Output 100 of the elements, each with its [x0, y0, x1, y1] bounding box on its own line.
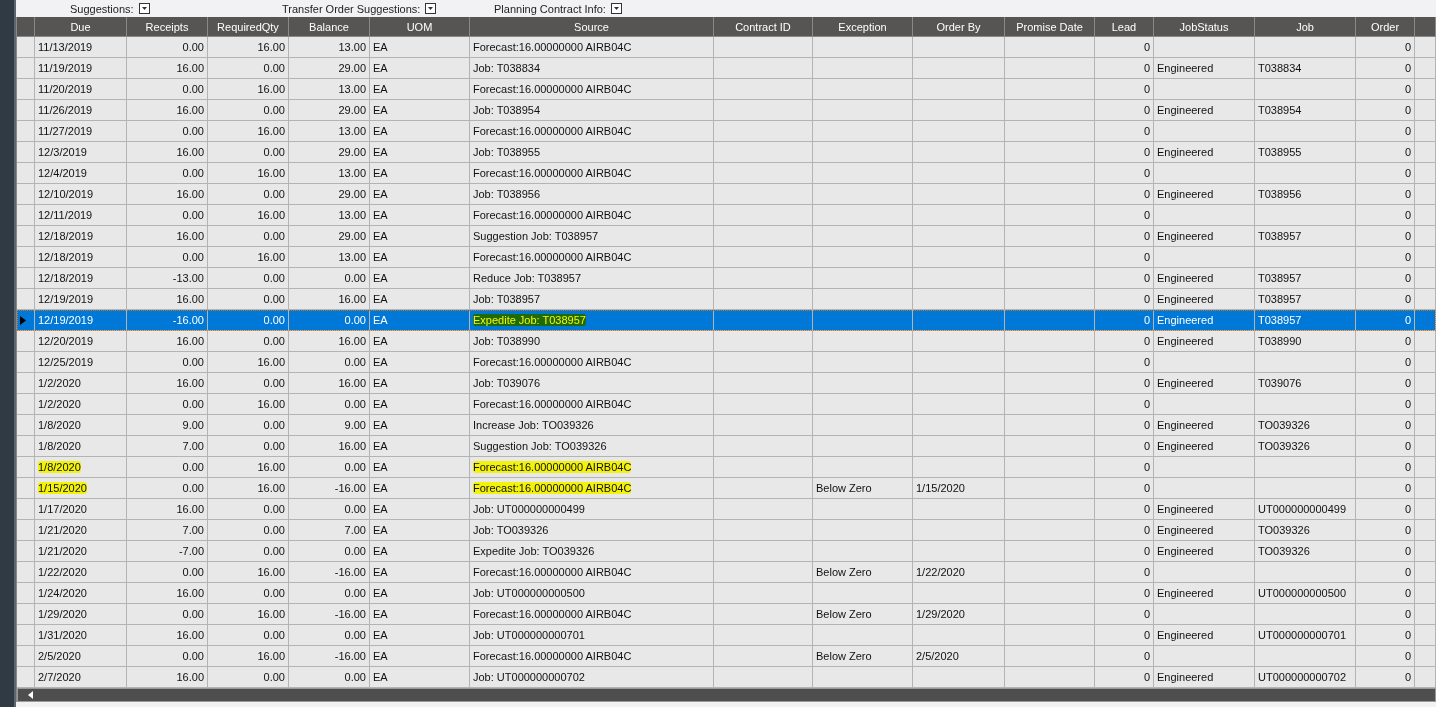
table-row[interactable]: 1/17/2020 16.00 0.00 0.00 EA Job: UT000000000499 0 Engineered UT000000000499 0 — [17, 499, 1436, 520]
table-cell: 0.00 — [263, 146, 285, 158]
table-cell: EA — [373, 146, 388, 158]
table-cell: 1/31/2020 — [38, 629, 87, 641]
table-cell: EA — [373, 188, 388, 200]
dropdown-box-icon[interactable] — [138, 3, 150, 14]
table-cell: 0 — [1404, 167, 1411, 179]
table-cell: 0 — [1143, 125, 1150, 137]
table-cell: 12/18/2019 — [38, 251, 94, 263]
table-row[interactable]: 12/3/2019 16.00 0.00 29.00 EA Job: T038955 0 Engineered T038955 0 — [17, 142, 1436, 163]
table-cell: 7.00 — [344, 524, 366, 536]
table-cell: Engineered — [1157, 671, 1214, 683]
table-cell: Job: T038990 — [473, 335, 541, 347]
dropdown-box-icon[interactable] — [610, 3, 622, 14]
table-cell: Engineered — [1157, 524, 1214, 536]
table-cell: EA — [373, 650, 388, 662]
table-cell: 12/25/2019 — [38, 356, 94, 368]
table-cell: 0.00 — [263, 188, 285, 200]
table-cell: TO039326 — [1258, 419, 1310, 431]
table-row[interactable]: 1/15/2020 0.00 16.00 -16.00 EA Forecast:16.00000000 AIRB04C Below Zero 1/15/2020 0 0 — [17, 478, 1436, 499]
table-row[interactable]: 2/5/2020 0.00 16.00 -16.00 EA Forecast:16.00000000 AIRB04C Below Zero 2/5/2020 0 0 — [17, 646, 1436, 667]
table-cell: 16.00 — [338, 440, 366, 452]
table-row[interactable]: 1/21/2020 7.00 0.00 7.00 EA Job: TO039326 0 Engineered TO039326 0 — [17, 520, 1436, 541]
table-row[interactable]: 2/7/2020 16.00 0.00 0.00 EA Job: UT000000000702 0 Engineered UT000000000702 0 — [17, 667, 1436, 688]
table-row[interactable]: 11/20/2019 0.00 16.00 13.00 EA Forecast:16.00000000 AIRB04C 0 0 — [17, 79, 1436, 100]
table-cell: 12/18/2019 — [38, 230, 94, 242]
table-row[interactable]: 12/19/2019 -16.00 0.00 0.00 EA Expedite Job: T038957 0 Engineered T038957 0 — [17, 310, 1436, 331]
table-cell: 0.00 — [182, 125, 204, 137]
table-cell: 1/2/2020 — [38, 377, 81, 389]
table-row[interactable]: 12/10/2019 16.00 0.00 29.00 EA Job: T038956 0 Engineered T038956 0 — [17, 184, 1436, 205]
table-cell: Forecast:16.00000000 AIRB04C — [473, 83, 632, 95]
table-cell: 0 — [1404, 398, 1411, 410]
table-cell: Increase Job: TO039326 — [473, 419, 594, 431]
table-cell: EA — [373, 62, 388, 74]
table-cell: 16.00 — [257, 83, 285, 95]
table-row[interactable]: 1/24/2020 16.00 0.00 0.00 EA Job: UT000000000500 0 Engineered UT000000000500 0 — [17, 583, 1436, 604]
table-cell: 1/15/2020 — [38, 482, 87, 494]
table-row[interactable]: 11/13/2019 0.00 16.00 13.00 EA Forecast:16.00000000 AIRB04C 0 0 — [17, 37, 1436, 58]
table-cell: Engineered — [1157, 503, 1214, 515]
table-row[interactable]: 12/18/2019 -13.00 0.00 0.00 EA Reduce Job: T038957 0 Engineered T038957 0 — [17, 268, 1436, 289]
table-row[interactable]: 12/18/2019 0.00 16.00 13.00 EA Forecast:16.00000000 AIRB04C 0 0 — [17, 247, 1436, 268]
table-row[interactable]: 1/22/2020 0.00 16.00 -16.00 EA Forecast:16.00000000 AIRB04C Below Zero 1/22/2020 0 0 — [17, 562, 1436, 583]
table-cell: 0.00 — [182, 482, 204, 494]
table-cell: 0 — [1143, 314, 1150, 326]
table-row[interactable]: 12/20/2019 16.00 0.00 16.00 EA Job: T038990 0 Engineered T038990 0 — [17, 331, 1436, 352]
table-row[interactable]: 11/19/2019 16.00 0.00 29.00 EA Job: T038834 0 Engineered T038834 0 — [17, 58, 1436, 79]
table-row[interactable]: 12/19/2019 16.00 0.00 16.00 EA Job: T038957 0 Engineered T038957 0 — [17, 289, 1436, 310]
table-cell: 12/20/2019 — [38, 335, 94, 347]
table-row[interactable]: 12/11/2019 0.00 16.00 13.00 EA Forecast:16.00000000 AIRB04C 0 0 — [17, 205, 1436, 226]
table-cell: 0.00 — [182, 356, 204, 368]
table-cell: 0.00 — [182, 608, 204, 620]
table-cell: 0 — [1404, 671, 1411, 683]
table-cell: 0 — [1143, 62, 1150, 74]
table-cell: Forecast:16.00000000 AIRB04C — [473, 41, 632, 53]
table-cell: Expedite Job: TO039326 — [473, 545, 595, 557]
table-cell: Below Zero — [816, 650, 872, 662]
table-row[interactable]: 12/25/2019 0.00 16.00 0.00 EA Forecast:16.00000000 AIRB04C 0 0 — [17, 352, 1436, 373]
table-cell: 0 — [1404, 608, 1411, 620]
table-cell: 0 — [1143, 398, 1150, 410]
table-cell: 16.00 — [176, 671, 204, 683]
table-row[interactable]: 1/21/2020 -7.00 0.00 0.00 EA Expedite Job: TO039326 0 Engineered TO039326 0 — [17, 541, 1436, 562]
table-cell: 12/4/2019 — [38, 167, 87, 179]
table-cell: TO039326 — [1258, 524, 1310, 536]
table-row[interactable]: 1/2/2020 16.00 0.00 16.00 EA Job: T039076 0 Engineered T039076 0 — [17, 373, 1436, 394]
table-cell: Suggestion Job: T038957 — [473, 230, 599, 242]
table-row[interactable]: 11/27/2019 0.00 16.00 13.00 EA Forecast:16.00000000 AIRB04C 0 0 — [17, 121, 1436, 142]
table-cell: 0.00 — [263, 104, 285, 116]
table-row[interactable]: 12/4/2019 0.00 16.00 13.00 EA Forecast:16.00000000 AIRB04C 0 0 — [17, 163, 1436, 184]
table-cell: Suggestion Job: TO039326 — [473, 440, 607, 452]
table-cell: 0.00 — [263, 314, 285, 326]
table-cell: 0.00 — [263, 230, 285, 242]
table-cell: Job: UT000000000499 — [473, 503, 585, 515]
table-row[interactable]: 1/8/2020 0.00 16.00 0.00 EA Forecast:16.00000000 AIRB04C 0 0 — [17, 457, 1436, 478]
table-cell: 29.00 — [338, 230, 366, 242]
table-cell: 0.00 — [182, 209, 204, 221]
table-cell: Engineered — [1157, 629, 1214, 641]
table-row[interactable]: 1/2/2020 0.00 16.00 0.00 EA Forecast:16.00000000 AIRB04C 0 0 — [17, 394, 1436, 415]
table-cell: 12/3/2019 — [38, 146, 87, 158]
table-cell: 0 — [1143, 293, 1150, 305]
table-cell: 1/8/2020 — [38, 461, 81, 473]
table-cell: Job: UT000000000702 — [473, 671, 585, 683]
table-cell: 0 — [1143, 230, 1150, 242]
dropdown-box-icon[interactable] — [425, 3, 437, 14]
table-cell: 0.00 — [182, 251, 204, 263]
scroll-left-icon[interactable] — [28, 691, 33, 699]
table-row[interactable]: 1/8/2020 9.00 0.00 9.00 EA Increase Job: TO039326 0 Engineered TO039326 0 — [17, 415, 1436, 436]
table-cell: 0 — [1143, 566, 1150, 578]
table-cell: T038954 — [1258, 104, 1302, 116]
horizontal-scrollbar[interactable] — [17, 688, 1436, 702]
table-cell: 0 — [1404, 83, 1411, 95]
table-row[interactable]: 12/18/2019 16.00 0.00 29.00 EA Suggestion Job: T038957 0 Engineered T038957 0 — [17, 226, 1436, 247]
table-row[interactable]: 1/31/2020 16.00 0.00 0.00 EA Job: UT000000000701 0 Engineered UT000000000701 0 — [17, 625, 1436, 646]
table-cell: T038990 — [1258, 335, 1302, 347]
table-row[interactable]: 11/26/2019 16.00 0.00 29.00 EA Job: T038954 0 Engineered T038954 0 — [17, 100, 1436, 121]
table-row[interactable]: 1/29/2020 0.00 16.00 -16.00 EA Forecast:16.00000000 AIRB04C Below Zero 1/29/2020 0 0 — [17, 604, 1436, 625]
table-cell: 0 — [1404, 566, 1411, 578]
table-cell: Engineered — [1157, 545, 1214, 557]
table-cell: 1/2/2020 — [38, 398, 81, 410]
table-cell: EA — [373, 356, 388, 368]
table-row[interactable]: 1/8/2020 7.00 0.00 16.00 EA Suggestion Job: TO039326 0 Engineered TO039326 0 — [17, 436, 1436, 457]
